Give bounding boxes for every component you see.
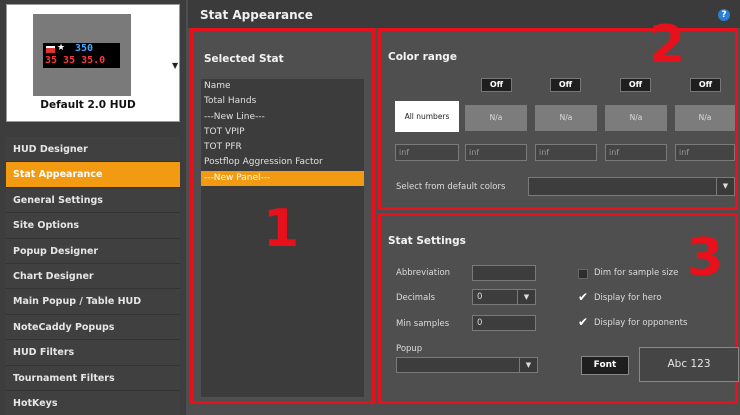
range-cell[interactable]: N/a: [605, 105, 667, 131]
selected-stat-panel: Selected Stat Name Total Hands ---New Li…: [190, 28, 375, 404]
chevron-down-icon[interactable]: ▼: [716, 178, 734, 195]
flag-icon: [46, 46, 55, 53]
stat-settings-panel: Stat Settings 3 Abbreviation Decimals 0 …: [378, 213, 739, 404]
dim-label: Dim for sample size: [594, 268, 679, 278]
sidebar-item-hotkeys[interactable]: HotKeys: [6, 390, 180, 415]
range-cell[interactable]: N/a: [465, 105, 527, 131]
popup-select[interactable]: ▼: [396, 357, 538, 373]
off-button-2[interactable]: Off: [550, 78, 581, 92]
hud-preview-screen: ★ 350 35 35 35.0: [43, 43, 120, 68]
sidebar-item-hud-filters[interactable]: HUD Filters: [6, 340, 180, 366]
min-samples-label: Min samples: [396, 319, 450, 329]
default-colors-label: Select from default colors: [396, 182, 506, 192]
sidebar: ★ 350 35 35 35.0 Default 2.0 HUD ▼ HUD D…: [0, 0, 186, 415]
sidebar-item-stat-appearance[interactable]: Stat Appearance: [6, 162, 180, 188]
hud-selector[interactable]: ★ 350 35 35 35.0 Default 2.0 HUD ▼: [6, 4, 180, 122]
sidebar-item-site-options[interactable]: Site Options: [6, 213, 180, 239]
range-input[interactable]: inf: [675, 144, 735, 161]
stat-list-item[interactable]: Postflop Aggression Factor: [201, 155, 364, 170]
off-button-4[interactable]: Off: [690, 78, 721, 92]
abbreviation-input[interactable]: [472, 265, 536, 281]
stat-list-item-selected[interactable]: ---New Panel---: [201, 170, 364, 187]
dim-checkbox[interactable]: [578, 269, 588, 279]
chevron-down-icon[interactable]: ▼: [519, 358, 537, 372]
range-cell[interactable]: N/a: [535, 105, 597, 131]
decimals-label: Decimals: [396, 293, 436, 303]
sidebar-item-general-settings[interactable]: General Settings: [6, 187, 180, 214]
stat-list-item[interactable]: TOT VPIP: [201, 125, 364, 140]
color-range-panel: Color range 2 Off Off Off Off All number…: [378, 19, 738, 210]
sidebar-item-notecaddy-popups[interactable]: NoteCaddy Popups: [6, 314, 180, 341]
color-range-title: Color range: [388, 51, 457, 63]
default-colors-dropdown[interactable]: ▼: [528, 177, 735, 196]
range-cell[interactable]: N/a: [675, 105, 735, 131]
stat-list-item[interactable]: Total Hands: [201, 94, 364, 109]
sidebar-item-popup-designer[interactable]: Popup Designer: [6, 238, 180, 264]
popup-label: Popup: [396, 344, 423, 354]
off-button-1[interactable]: Off: [481, 78, 512, 92]
annotation-number-3: 3: [687, 228, 724, 288]
abbreviation-label: Abbreviation: [396, 268, 451, 278]
range-cell-all-numbers[interactable]: All numbers: [395, 101, 459, 132]
range-input[interactable]: inf: [605, 144, 667, 161]
annotation-number-1: 1: [263, 199, 300, 259]
hud-preview-top: 350: [75, 43, 94, 54]
decimals-value: 0: [477, 292, 483, 302]
help-icon[interactable]: ?: [718, 9, 730, 21]
font-preview: Abc 123: [639, 347, 739, 382]
range-input[interactable]: inf: [465, 144, 527, 161]
annotation-number-2: 2: [649, 15, 686, 75]
chevron-down-icon[interactable]: ▼: [517, 290, 535, 304]
hud-thumbnail: ★ 350 35 35 35.0: [33, 14, 131, 96]
sidebar-nav: HUD Designer Stat Appearance General Set…: [6, 137, 180, 415]
sidebar-item-tournament-filters[interactable]: Tournament Filters: [6, 365, 180, 391]
selected-stat-title: Selected Stat: [204, 53, 284, 65]
page-title: Stat Appearance: [200, 8, 313, 22]
checkmark-icon[interactable]: ✔: [578, 316, 588, 328]
hero-label: Display for hero: [594, 293, 662, 303]
checkmark-icon[interactable]: ✔: [578, 291, 588, 303]
min-samples-input[interactable]: 0: [472, 315, 536, 331]
stat-list-item[interactable]: Name: [201, 79, 364, 94]
font-button[interactable]: Font: [581, 356, 629, 375]
hud-preview-bottom: 35 35 35.0: [45, 55, 106, 66]
stat-settings-title: Stat Settings: [388, 235, 466, 247]
dropdown-arrow-icon[interactable]: ▼: [172, 61, 178, 70]
stat-list-item[interactable]: ---New Line---: [201, 110, 364, 125]
hud-name: Default 2.0 HUD: [40, 99, 136, 111]
opponents-label: Display for opponents: [594, 318, 688, 328]
sidebar-item-hud-designer[interactable]: HUD Designer: [6, 137, 180, 163]
decimals-select[interactable]: 0 ▼: [472, 289, 536, 305]
star-icon: ★: [57, 43, 66, 53]
sidebar-item-chart-designer[interactable]: Chart Designer: [6, 263, 180, 290]
sidebar-item-main-popup[interactable]: Main Popup / Table HUD: [6, 289, 180, 315]
stat-list-item[interactable]: TOT PFR: [201, 140, 364, 155]
range-input[interactable]: inf: [395, 144, 459, 161]
off-button-3[interactable]: Off: [620, 78, 651, 92]
range-input[interactable]: inf: [535, 144, 597, 161]
